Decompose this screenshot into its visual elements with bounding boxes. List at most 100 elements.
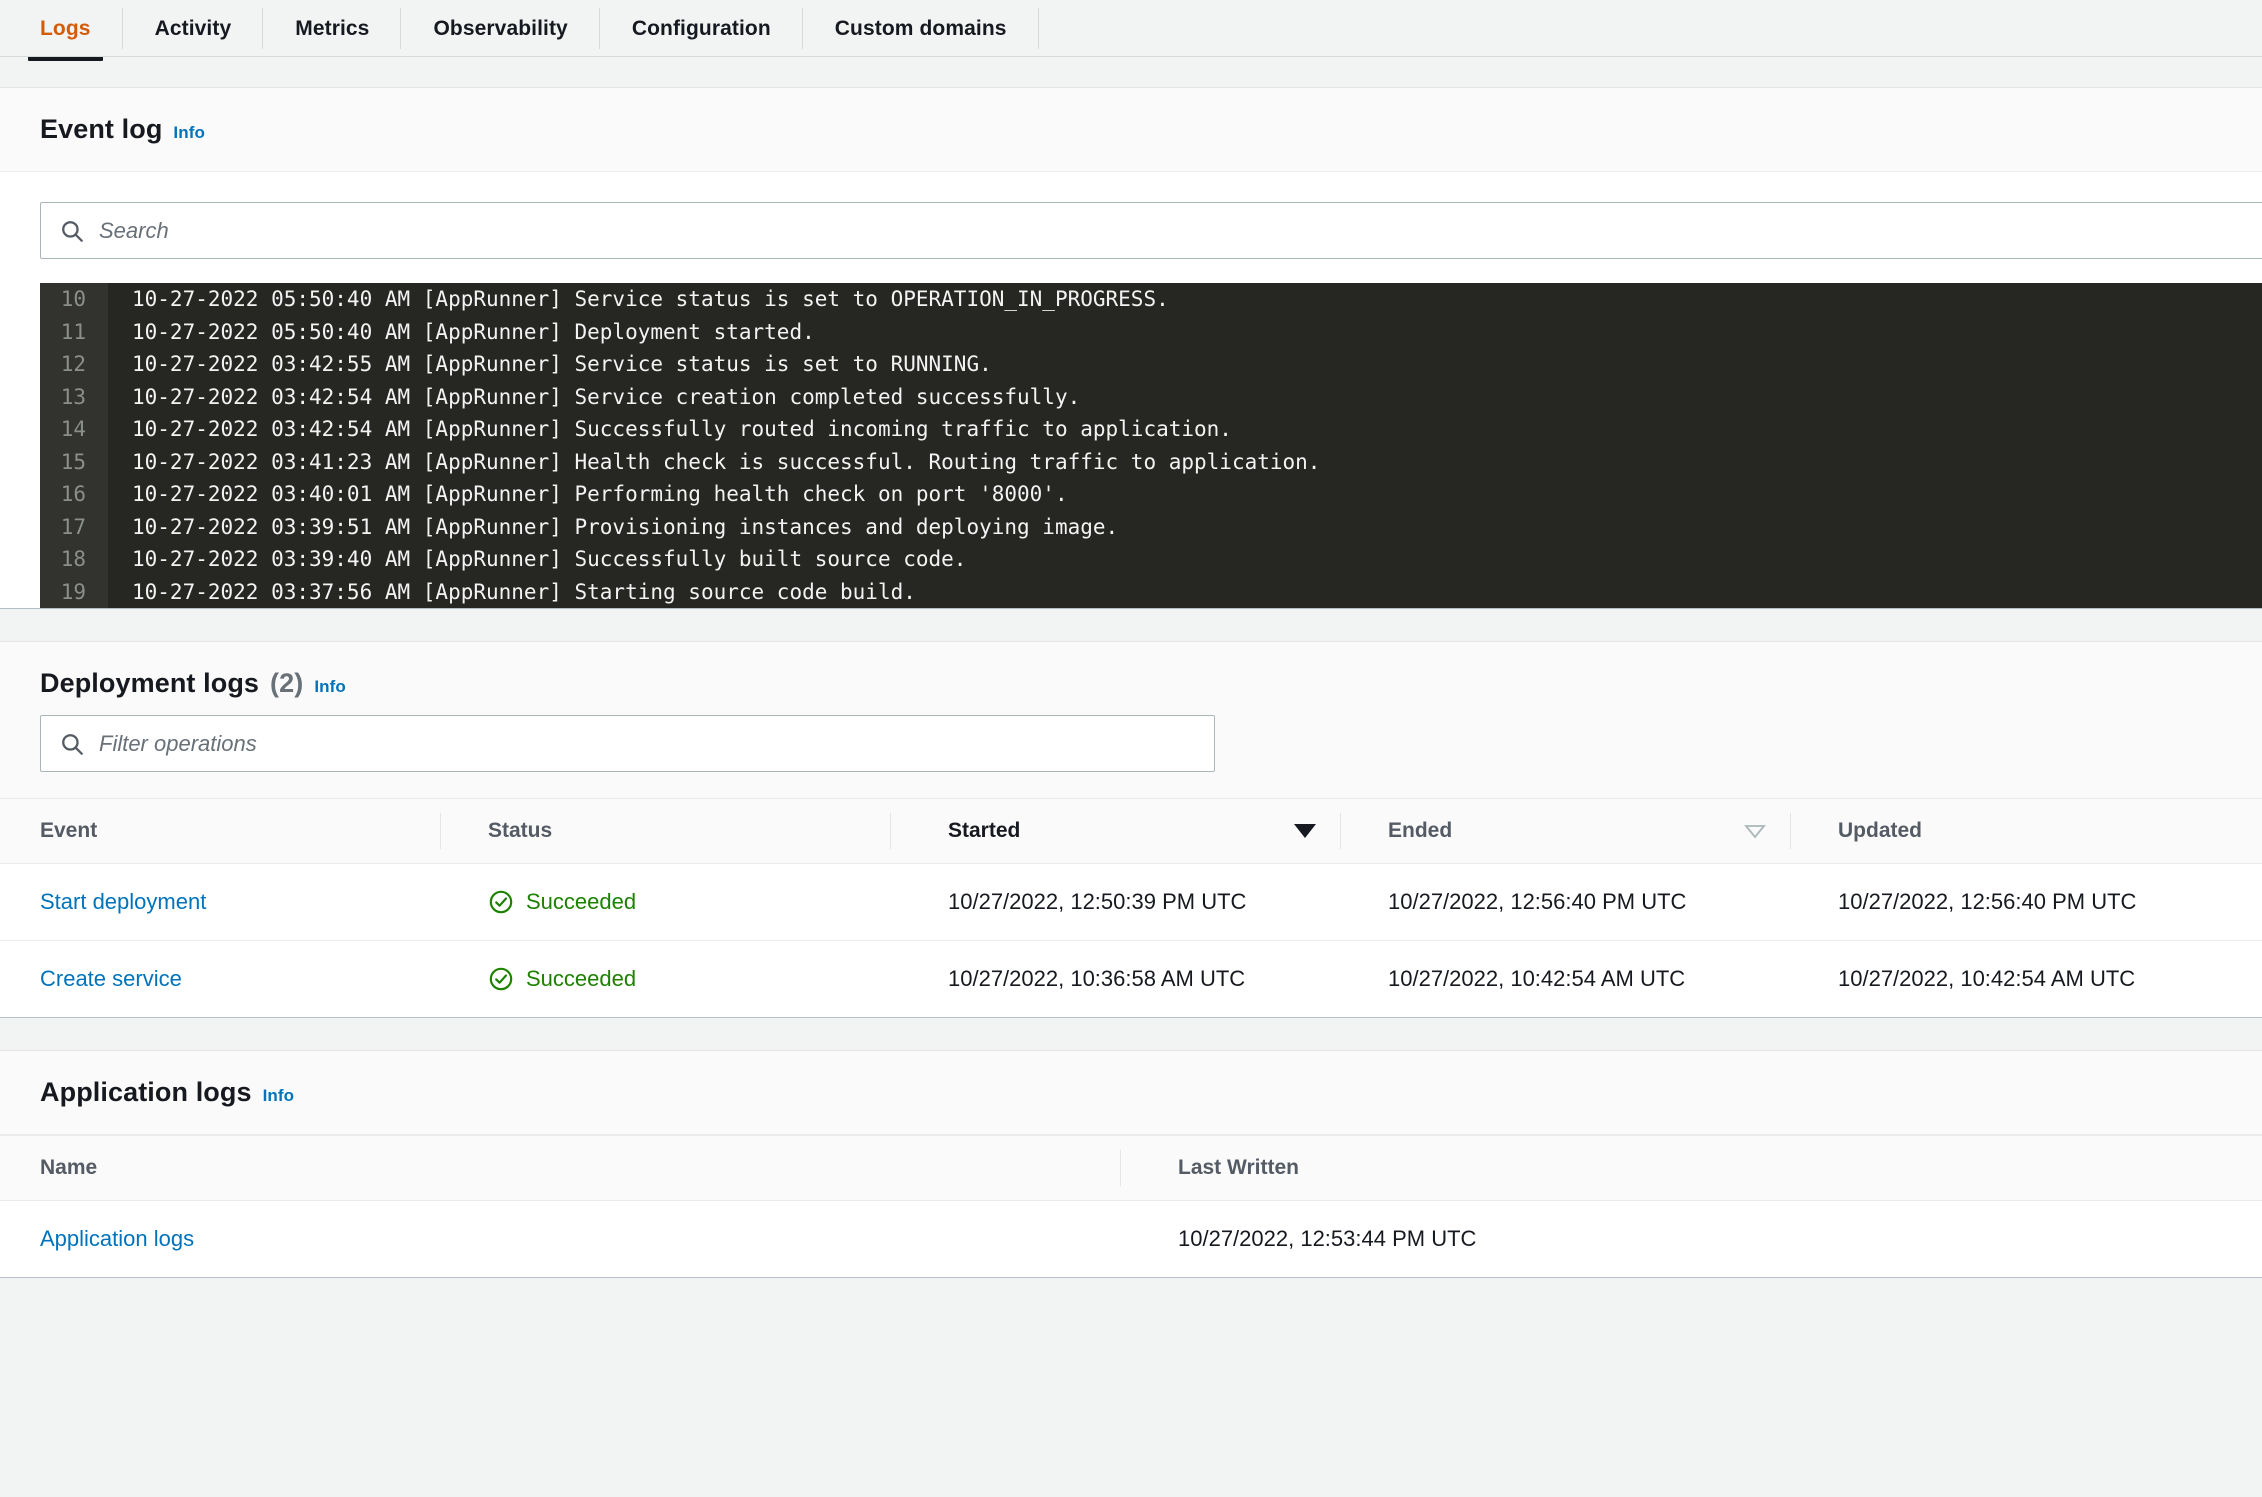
tab-custom-domains[interactable]: Custom domains [803,0,1039,57]
status-label: Succeeded [526,966,637,991]
column-header-started-label: Started [948,819,1021,842]
cell-ended: 10/27/2022, 10:42:54 AM UTC [1388,966,1686,991]
application-logs-info-link[interactable]: Info [263,1086,295,1106]
log-line-text: 10-27-2022 05:50:40 AM [AppRunner] Deplo… [132,319,815,344]
log-line-text: 10-27-2022 03:39:40 AM [AppRunner] Succe… [132,547,967,571]
filter-operations-input[interactable] [99,730,1196,757]
column-header-last-written[interactable]: Last Written [1120,1135,2262,1201]
column-header-status-label: Status [488,819,553,842]
log-line-text: 10-27-2022 03:42:55 AM [AppRunner] Servi… [132,352,992,376]
application-logs-panel: Application logs Info Name Last Written … [0,1050,2262,1278]
log-line-number: 15 [40,445,108,478]
event-log-info-link[interactable]: Info [173,123,205,143]
log-line-number: 16 [40,478,108,511]
log-line-number: 17 [40,510,108,543]
application-logs-table-body: Application logs 10/27/2022, 12:53:44 PM… [0,1201,2262,1278]
log-line: 15 10-27-2022 03:41:23 AM [AppRunner] He… [40,445,2262,478]
status-badge: Succeeded [488,889,890,915]
tab-metrics[interactable]: Metrics [263,0,402,57]
log-line-text: 10-27-2022 03:42:54 AM [AppRunner] Succe… [132,417,1232,441]
tab-metrics-label: Metrics [295,16,370,40]
log-line: 17 10-27-2022 03:39:51 AM [AppRunner] Pr… [40,510,2262,543]
cell-updated: 10/27/2022, 10:42:54 AM UTC [1838,966,2136,991]
application-logs-table-head: Name Last Written [0,1135,2262,1201]
table-row: Start deployment Succeeded 10/27/2022, 1… [0,863,2262,941]
tab-configuration[interactable]: Configuration [600,0,803,57]
deployment-logs-info-link[interactable]: Info [314,677,346,697]
log-line-text: 10-27-2022 03:42:54 AM [AppRunner] Servi… [132,384,1081,409]
log-line-number: 11 [40,315,108,348]
log-line: 19 10-27-2022 03:37:56 AM [AppRunner] St… [40,575,2262,608]
application-logs-table: Name Last Written Application logs 10/27… [0,1135,2262,1277]
success-check-icon [488,966,514,992]
tab-observability[interactable]: Observability [401,0,601,57]
column-header-updated[interactable]: Updated [1790,798,2262,864]
search-input[interactable] [99,217,2262,244]
column-header-event[interactable]: Event [0,798,440,864]
column-header-status[interactable]: Status [440,798,890,864]
column-header-ended[interactable]: Ended [1340,798,1790,864]
sort-descending-outline-icon[interactable] [1744,824,1766,839]
table-header-row: Event Status Started Ended Updated [0,798,2262,864]
table-header-row: Name Last Written [0,1135,2262,1201]
section-gap [0,57,2262,87]
tab-logs[interactable]: Logs [8,0,123,61]
deployment-logs-table-body: Start deployment Succeeded 10/27/2022, 1… [0,863,2262,1018]
search-icon [59,218,85,244]
log-line-text: 10-27-2022 05:50:40 AM [AppRunner] Servi… [132,287,1169,311]
tab-activity[interactable]: Activity [123,0,264,57]
application-logs-title: Application logs [40,1077,252,1107]
log-line: 14 10-27-2022 03:42:54 AM [AppRunner] Su… [40,413,2262,446]
cell-name: Application logs [0,1201,1120,1278]
deployment-event-link[interactable]: Create service [40,966,182,991]
deployment-logs-header: Deployment logs (2) Info [0,642,2262,705]
log-line-number: 14 [40,413,108,446]
deployment-logs-title-row: Deployment logs (2) Info [40,668,2222,699]
log-line-text: 10-27-2022 03:37:56 AM [AppRunner] Start… [132,579,916,604]
filter-operations-box[interactable] [40,715,1215,772]
log-line-number: 19 [40,575,108,608]
cell-event: Start deployment [0,863,440,941]
log-line: 18 10-27-2022 03:39:40 AM [AppRunner] Su… [40,543,2262,576]
tab-activity-label: Activity [154,16,232,40]
section-gap [0,609,2262,641]
application-logs-link[interactable]: Application logs [40,1226,194,1251]
event-log-search-box[interactable] [40,202,2262,259]
column-header-name-label: Name [40,1156,98,1179]
log-line-number: 13 [40,380,108,413]
tab-configuration-label: Configuration [631,16,771,40]
column-header-ended-label: Ended [1388,819,1453,842]
page-title: Event log [40,114,163,144]
column-header-started[interactable]: Started [890,798,1340,864]
deployment-logs-table-head: Event Status Started Ended Updated [0,798,2262,864]
deployment-logs-panel: Deployment logs (2) Info Event Status [0,641,2262,1018]
log-line: 13 10-27-2022 03:42:54 AM [AppRunner] Se… [40,380,2262,413]
cell-ended: 10/27/2022, 12:56:40 PM UTC [1340,863,1790,941]
table-row: Create service Succeeded 10/27/2022, 10:… [0,941,2262,1018]
tab-logs-label: Logs [40,16,91,40]
column-header-event-label: Event [40,819,98,842]
page-footer-space [0,1278,2262,1348]
tab-bar: Logs Activity Metrics Observability Conf… [0,0,2262,61]
cell-last-written: 10/27/2022, 12:53:44 PM UTC [1178,1226,1477,1251]
log-line: 16 10-27-2022 03:40:01 AM [AppRunner] Pe… [40,478,2262,511]
cell-updated: 10/27/2022, 12:56:40 PM UTC [1790,863,2262,941]
event-log-console[interactable]: 10 10-27-2022 05:50:40 AM [AppRunner] Se… [40,283,2262,608]
cell-status: Succeeded [440,941,890,1018]
log-line: 11 10-27-2022 05:50:40 AM [AppRunner] De… [40,315,2262,348]
deployment-event-link[interactable]: Start deployment [40,889,206,914]
log-line: 12 10-27-2022 03:42:55 AM [AppRunner] Se… [40,348,2262,381]
log-line-number: 10 [40,283,108,316]
event-log-title-row: Event log Info [40,114,2222,145]
tab-bar-divider [0,56,2262,57]
sort-descending-icon[interactable] [1294,824,1316,838]
column-header-updated-label: Updated [1838,819,1922,842]
column-header-name[interactable]: Name [0,1135,1120,1201]
event-log-panel: Event log Info 10 10-27-2022 05:50:40 AM… [0,87,2262,609]
status-badge: Succeeded [488,966,890,992]
log-line: 10 10-27-2022 05:50:40 AM [AppRunner] Se… [40,283,2262,316]
cell-status: Succeeded [440,863,890,941]
application-logs-header: Application logs Info [0,1051,2262,1135]
success-check-icon [488,889,514,915]
tab-observability-label: Observability [433,16,568,40]
